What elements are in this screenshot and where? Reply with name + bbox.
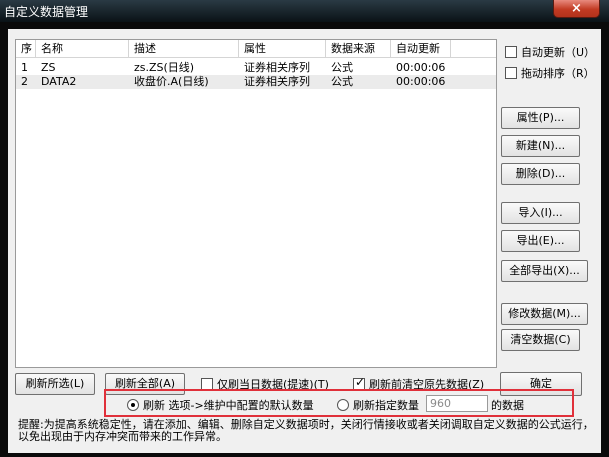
new-button[interactable]: 新建(N)...: [501, 135, 580, 157]
row-seq: 2: [21, 75, 28, 88]
import-button[interactable]: 导入(I)...: [501, 202, 580, 224]
data-list[interactable]: 序 名称 描述 属性 数据来源 自动更新 1 ZS zs.ZS(日线) 证券相关…: [15, 39, 497, 368]
column-header-attr[interactable]: 属性: [239, 40, 326, 58]
row-attr: 证券相关序列: [244, 75, 310, 88]
row-desc: 收盘价.A(日线): [134, 75, 209, 88]
close-button[interactable]: ×: [553, 0, 600, 18]
auto-update-label: 自动更新（U）: [521, 46, 596, 59]
table-row[interactable]: 1 ZS zs.ZS(日线) 证券相关序列 公式 00:00:06: [16, 61, 496, 75]
column-header-seq[interactable]: 序: [16, 40, 36, 58]
close-icon: ×: [571, 1, 582, 16]
refresh-count-suffix: 的数据: [491, 399, 524, 412]
modify-data-button[interactable]: 修改数据(M)...: [501, 303, 588, 325]
row-update: 00:00:06: [396, 61, 446, 74]
row-seq: 1: [21, 61, 28, 74]
clear-data-button[interactable]: 清空数据(C): [501, 329, 580, 351]
checkbox-box: [505, 46, 517, 58]
delete-button[interactable]: 删除(D)...: [501, 163, 580, 185]
drag-sort-label: 拖动排序（R）: [521, 67, 595, 80]
radio-dot: [337, 399, 349, 411]
refresh-count-input[interactable]: 960: [426, 395, 488, 412]
auto-update-checkbox[interactable]: 自动更新（U）: [505, 46, 595, 60]
export-button[interactable]: 导出(E)...: [501, 230, 580, 252]
column-header-source[interactable]: 数据来源: [326, 40, 391, 58]
row-source: 公式: [331, 75, 353, 88]
row-desc: zs.ZS(日线): [134, 61, 195, 74]
row-name: DATA2: [41, 75, 77, 88]
row-source: 公式: [331, 61, 353, 74]
column-header-update[interactable]: 自动更新: [391, 40, 451, 58]
drag-sort-checkbox[interactable]: 拖动排序（R）: [505, 67, 595, 81]
stability-hint: 提醒:为提高系统稳定性，请在添加、编辑、删除自定义数据项时，关闭行情接收或者关闭…: [18, 418, 594, 443]
radio-dot: [127, 399, 139, 411]
row-name: ZS: [41, 61, 56, 74]
refresh-default-radio[interactable]: 刷新 选项->维护中配置的默认数量: [127, 399, 314, 413]
refresh-default-label: 刷新 选项->维护中配置的默认数量: [143, 399, 314, 412]
column-header-desc[interactable]: 描述: [129, 40, 239, 58]
dialog-body: 序 名称 描述 属性 数据来源 自动更新 1 ZS zs.ZS(日线) 证券相关…: [8, 29, 601, 453]
window-title: 自定义数据管理: [4, 5, 89, 19]
table-row[interactable]: 2 DATA2 收盘价.A(日线) 证券相关序列 公式 00:00:06: [16, 75, 496, 89]
row-update: 00:00:06: [396, 75, 446, 88]
refresh-selected-button[interactable]: 刷新所选(L): [15, 373, 95, 395]
checkbox-box: [505, 67, 517, 79]
refresh-specified-label: 刷新指定数量: [353, 399, 419, 412]
column-header-name[interactable]: 名称: [36, 40, 129, 58]
title-bar: 自定义数据管理 ×: [0, 0, 609, 22]
refresh-specified-radio[interactable]: 刷新指定数量: [337, 399, 419, 413]
row-attr: 证券相关序列: [244, 61, 310, 74]
list-header: 序 名称 描述 属性 数据来源 自动更新: [16, 40, 496, 58]
dialog-window: 自定义数据管理 × 序 名称 描述 属性 数据来源 自动更新 1 ZS zs.Z…: [0, 0, 609, 457]
properties-button[interactable]: 属性(P)...: [501, 107, 580, 129]
export-all-button[interactable]: 全部导出(X)...: [501, 260, 588, 282]
